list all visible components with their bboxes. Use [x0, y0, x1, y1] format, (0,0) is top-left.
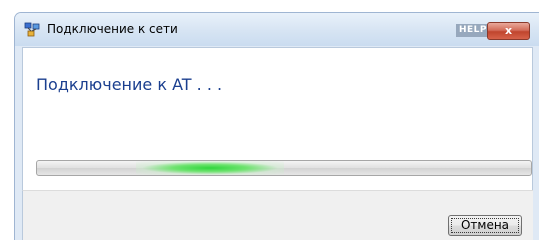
- dialog-footer: Отмена: [22, 190, 533, 240]
- title-bar[interactable]: Подключение к сети HELP x: [15, 13, 539, 46]
- network-connection-icon: [24, 22, 40, 38]
- connection-dialog: Подключение к сети HELP x Подключение к …: [14, 12, 539, 240]
- window-title: Подключение к сети: [47, 22, 178, 36]
- cancel-button-label: Отмена: [460, 218, 510, 232]
- progress-glow: [135, 161, 284, 175]
- main-instruction: Подключение к AT . . .: [36, 75, 223, 94]
- close-button[interactable]: x: [487, 22, 530, 40]
- cancel-button[interactable]: Отмена: [448, 215, 522, 236]
- help-button[interactable]: HELP: [456, 24, 491, 37]
- dialog-content: Подключение к AT . . .: [22, 47, 533, 190]
- progress-bar: [36, 160, 532, 176]
